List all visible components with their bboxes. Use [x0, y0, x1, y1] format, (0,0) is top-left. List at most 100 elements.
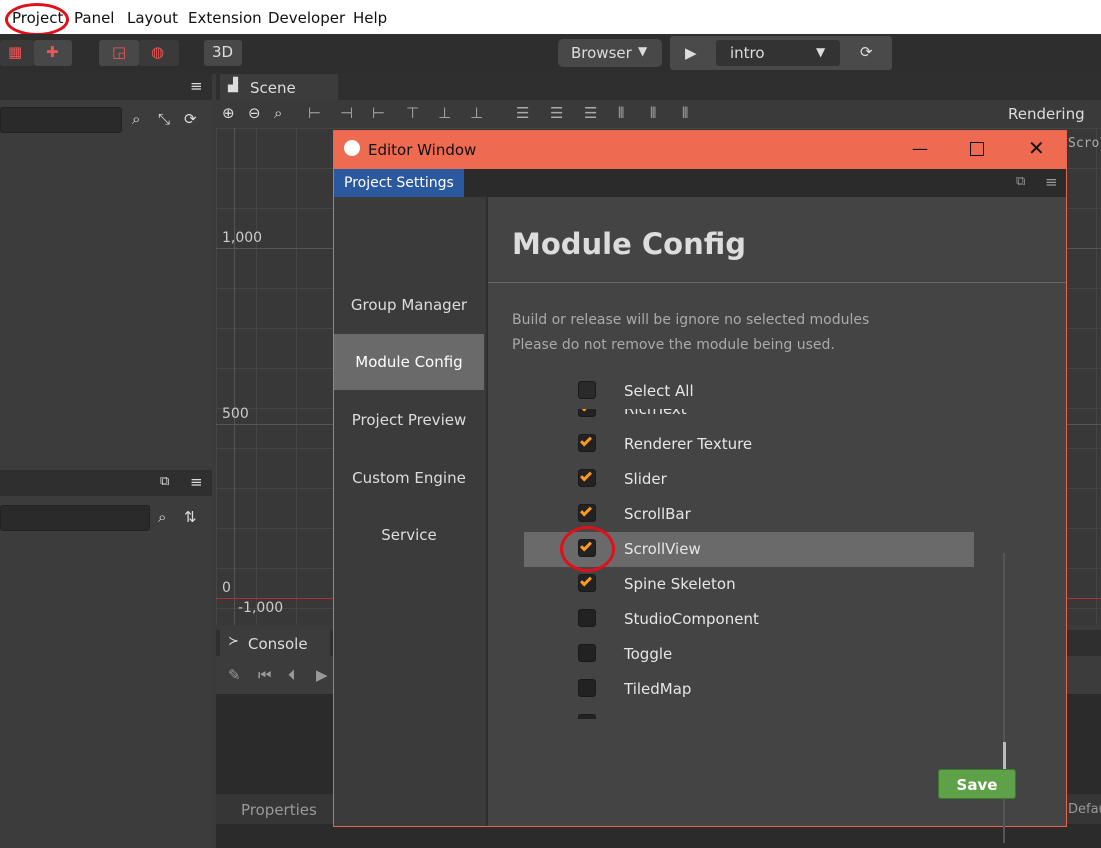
- play-button[interactable]: ▶: [685, 44, 697, 62]
- menu-icon[interactable]: ≡: [190, 473, 203, 491]
- prev-icon[interactable]: ⏴: [288, 666, 296, 684]
- sidebar-item-service[interactable]: Service: [334, 507, 484, 563]
- sidebar-item-group-manager[interactable]: Group Manager: [334, 277, 484, 333]
- sidebar-item-module-config[interactable]: Module Config: [334, 334, 484, 390]
- checkbox[interactable]: [578, 409, 596, 417]
- align-hcenter-icon[interactable]: ⊣: [340, 104, 353, 122]
- pivot-button[interactable]: ◲: [99, 40, 139, 66]
- clear-icon[interactable]: ✎: [228, 666, 241, 684]
- move-icon: ▦: [8, 43, 23, 61]
- distribute-vcenter-icon[interactable]: ☰: [550, 104, 563, 122]
- checkbox[interactable]: [578, 504, 596, 522]
- save-button[interactable]: Save: [938, 769, 1016, 799]
- select-all-checkbox[interactable]: [578, 381, 596, 399]
- editor-tabbar: Project Settings ⧉ ≡: [334, 169, 1066, 197]
- search-icon[interactable]: ⌕: [132, 110, 140, 128]
- zoom-out-icon[interactable]: ⊖: [248, 104, 261, 122]
- scrollbar-track[interactable]: [1003, 553, 1005, 843]
- first-icon[interactable]: ⏮: [258, 666, 272, 684]
- sidebar-item-custom-engine[interactable]: Custom Engine: [334, 450, 484, 506]
- hierarchy-search-input[interactable]: [0, 107, 122, 133]
- transform-rect-button[interactable]: ✚: [34, 40, 72, 66]
- list-item-scrollview[interactable]: ScrollView: [524, 526, 974, 572]
- assets-search-input[interactable]: [0, 505, 150, 531]
- ruler-label-1000: 1,000: [222, 230, 263, 246]
- distribute-top-icon[interactable]: ☰: [516, 104, 529, 122]
- distribute-hcenter-icon[interactable]: ⫴: [650, 104, 656, 122]
- tab-properties[interactable]: Properties: [241, 801, 317, 819]
- menu-layout[interactable]: Layout: [127, 9, 178, 27]
- distribute-bottom-icon[interactable]: ☰: [584, 104, 597, 122]
- minimize-button[interactable]: —: [912, 139, 928, 158]
- properties-body: [216, 824, 1101, 848]
- scene-corner-text: Scrol: [1068, 136, 1101, 151]
- ruler-label-500: 500: [222, 406, 249, 422]
- axis-y: [234, 128, 235, 625]
- play-icon[interactable]: ▶: [316, 666, 328, 684]
- list-item-richtext[interactable]: RichText: [524, 409, 974, 427]
- restore-icon[interactable]: ⧉: [1016, 174, 1025, 189]
- distribute-right-icon[interactable]: ⫴: [682, 104, 688, 122]
- chevron-down-icon: ▼: [638, 44, 648, 58]
- align-right-icon[interactable]: ⊢: [372, 104, 385, 122]
- hierarchy-header: ≡: [0, 74, 212, 100]
- module-config-page: Module Config Build or release will be i…: [488, 197, 1066, 843]
- checkbox[interactable]: [578, 679, 596, 697]
- menu-icon[interactable]: ≡: [190, 77, 203, 95]
- list-item-spine-skeleton[interactable]: Spine Skeleton: [524, 567, 974, 602]
- editor-window: Editor Window — ✕ Project Settings ⧉ ≡ G…: [333, 130, 1067, 843]
- distribute-left-icon[interactable]: ⫴: [618, 104, 624, 122]
- highlight-ring-project: [5, 3, 69, 36]
- menu-panel[interactable]: Panel: [74, 9, 114, 27]
- refresh-icon[interactable]: ⟳: [184, 110, 197, 128]
- tab-console[interactable]: ≻ Console: [220, 630, 330, 656]
- list-item-studiocomponent[interactable]: StudioComponent: [524, 602, 974, 637]
- sort-icon[interactable]: ⇅: [184, 508, 197, 526]
- tab-project-settings[interactable]: Project Settings: [334, 169, 464, 197]
- platform-select[interactable]: Browser ▼: [558, 39, 662, 67]
- zoom-in-icon[interactable]: ⊕: [222, 104, 235, 122]
- align-left-icon[interactable]: ⊢: [308, 104, 321, 122]
- refresh-icon[interactable]: ⟳: [860, 43, 873, 61]
- ruler-label-0: 0: [222, 580, 231, 596]
- checkbox[interactable]: [578, 469, 596, 487]
- search-icon[interactable]: ⌕: [158, 508, 166, 526]
- transform-move-button[interactable]: ▦: [0, 40, 34, 66]
- hierarchy-panel: ≡ ⌕ ⤡ ⟳: [0, 74, 212, 466]
- scene-tabbar: ▟ Scene: [216, 74, 1101, 100]
- menu-extension[interactable]: Extension: [188, 9, 262, 27]
- list-item-tiledmap[interactable]: TiledMap: [524, 672, 974, 707]
- zoom-reset-icon[interactable]: ⌕: [274, 104, 282, 122]
- list-item-slider[interactable]: Slider: [524, 462, 974, 497]
- menu-developer[interactable]: Developer: [268, 9, 345, 27]
- restore-icon[interactable]: ⧉: [160, 474, 169, 489]
- checkbox[interactable]: [578, 644, 596, 662]
- close-button[interactable]: ✕: [1028, 136, 1045, 160]
- scene-select[interactable]: intro ▼: [716, 40, 840, 66]
- sidebar-item-project-preview[interactable]: Project Preview: [334, 392, 484, 448]
- list-item-renderer-texture[interactable]: Renderer Texture: [524, 427, 974, 462]
- assets-panel: ⧉ ≡ ⌕ ⇅: [0, 470, 212, 848]
- menu-help[interactable]: Help: [353, 9, 387, 27]
- checkbox[interactable]: [578, 714, 596, 719]
- checkbox[interactable]: [578, 434, 596, 452]
- list-item-partial[interactable]: [524, 707, 974, 719]
- select-all-row[interactable]: Select All: [524, 374, 974, 409]
- global-button[interactable]: ◍: [139, 40, 179, 66]
- toolbar: ▦ ✚ ◲ ◍ 3D Browser ▼ ▶ intro ▼ ⟳: [0, 34, 1101, 74]
- editor-titlebar: Editor Window — ✕: [334, 131, 1066, 169]
- preview-group: ▶ intro ▼ ⟳: [670, 36, 892, 70]
- collapse-icon[interactable]: ⤡: [158, 110, 170, 128]
- menu-icon[interactable]: ≡: [1045, 173, 1058, 191]
- checkbox[interactable]: [578, 609, 596, 627]
- align-bottom-icon[interactable]: ⊥: [470, 104, 483, 122]
- list-item-toggle[interactable]: Toggle: [524, 637, 974, 672]
- align-top-icon[interactable]: ⊤: [406, 104, 419, 122]
- description-line-1: Build or release will be ignore no selec…: [512, 312, 870, 328]
- maximize-button[interactable]: [970, 142, 984, 156]
- mode-3d-button[interactable]: 3D: [204, 40, 242, 66]
- align-vcenter-icon[interactable]: ⊥: [438, 104, 451, 122]
- tab-scene[interactable]: ▟ Scene: [220, 74, 338, 100]
- checkbox[interactable]: [578, 574, 596, 592]
- globe-icon: ◍: [151, 43, 165, 61]
